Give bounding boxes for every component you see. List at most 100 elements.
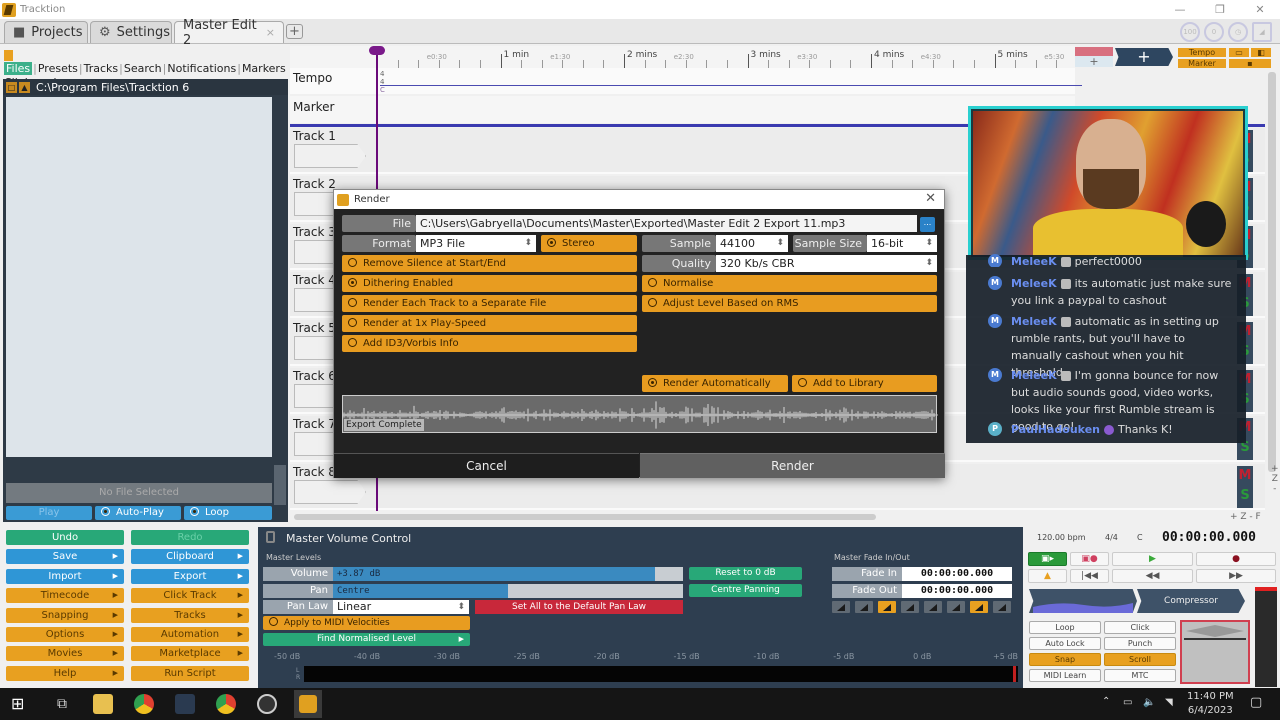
- menu-button-import[interactable]: Import ▶: [6, 568, 124, 584]
- render-option[interactable]: Render at 1x Play-Speed: [342, 315, 637, 332]
- fade-shape-button[interactable]: [947, 601, 965, 613]
- chrome-icon[interactable]: [134, 694, 154, 714]
- mute-button[interactable]: M: [1237, 466, 1253, 486]
- menu-button-help[interactable]: Help ▶: [6, 665, 124, 681]
- toggle-midi-learn[interactable]: MIDI Learn: [1029, 669, 1101, 682]
- track-header[interactable]: [294, 144, 366, 168]
- quality-select[interactable]: 320 Kb/s CBR ⬍: [716, 255, 937, 272]
- tempo-display[interactable]: 120.00 bpm: [1037, 533, 1085, 542]
- pan-law-select[interactable]: Linear ⬍: [333, 600, 469, 614]
- add-tab-button[interactable]: +: [286, 24, 303, 39]
- render-option[interactable]: Normalise: [642, 275, 937, 292]
- rewind-button[interactable]: ◀◀: [1112, 569, 1193, 583]
- fade-shape-button[interactable]: [878, 601, 896, 613]
- master-level-box[interactable]: [1180, 620, 1250, 684]
- toggle-scroll[interactable]: Scroll: [1104, 653, 1176, 666]
- find-normalised-level-button[interactable]: Find Normalised Level ▶: [263, 633, 470, 646]
- file-list[interactable]: [6, 97, 272, 457]
- minimize-button[interactable]: —: [1160, 0, 1200, 19]
- toggle-mtc[interactable]: MTC: [1104, 669, 1176, 682]
- timeline-ruler[interactable]: 1 min 2 mins 3 mins 4 mins 5 mins e0:30 e1:30 e…: [290, 46, 1075, 68]
- menu-button-movies[interactable]: Movies ▶: [6, 646, 124, 662]
- chrome-icon[interactable]: [216, 694, 236, 714]
- horizontal-zoom-controls[interactable]: + Z - F: [1230, 512, 1261, 522]
- timecode-display[interactable]: 00:00:00.000: [1162, 530, 1256, 545]
- play-preview-button[interactable]: Play: [6, 506, 92, 520]
- fade-shape-button[interactable]: [970, 601, 988, 613]
- toggle-snap[interactable]: Snap: [1029, 653, 1101, 666]
- reset-to-0db-button[interactable]: Reset to 0 dB: [689, 567, 802, 580]
- browser-tab-notifications[interactable]: Notifications: [167, 62, 236, 75]
- file-explorer-icon[interactable]: [93, 694, 113, 714]
- warning-icon[interactable]: ▲: [1028, 569, 1067, 583]
- battery-icon[interactable]: ▭: [1123, 697, 1132, 708]
- browser-scrollbar[interactable]: [274, 465, 286, 505]
- zoom-in-v[interactable]: +: [1271, 464, 1279, 474]
- browse-button[interactable]: ...: [920, 217, 935, 232]
- browser-tab-search[interactable]: Search: [124, 62, 162, 75]
- menu-button-options[interactable]: Options ▶: [6, 627, 124, 642]
- clock[interactable]: 11:40 PM 6/4/2023: [1187, 690, 1234, 718]
- lock-icon[interactable]: ▪: [1229, 59, 1271, 68]
- fade-shape-button[interactable]: [832, 601, 850, 613]
- toggle-click[interactable]: Click: [1104, 621, 1176, 634]
- menu-button-click-track[interactable]: Click Track ▶: [131, 588, 249, 604]
- add-folder-button[interactable]: +: [1075, 56, 1113, 67]
- close-tab-icon[interactable]: ×: [266, 26, 275, 39]
- toggle-auto-lock[interactable]: Auto Lock: [1029, 637, 1101, 650]
- tascam-icon[interactable]: [175, 694, 195, 714]
- sample-size-select[interactable]: 16-bit ⬍: [867, 235, 937, 252]
- menu-button-automation[interactable]: Automation ▶: [131, 627, 249, 642]
- play-from-start-button[interactable]: ▣▸: [1028, 552, 1067, 566]
- tab-projects[interactable]: ■ Projects: [4, 21, 88, 43]
- browser-tab-markers[interactable]: Markers: [242, 62, 286, 75]
- render-option[interactable]: Adjust Level Based on RMS: [642, 295, 937, 312]
- toggle-punch[interactable]: Punch: [1104, 637, 1176, 650]
- obs-icon[interactable]: [257, 694, 277, 714]
- pan-slider[interactable]: Centre: [333, 584, 683, 598]
- volume-icon[interactable]: 🔈: [1143, 697, 1155, 708]
- menu-button-save[interactable]: Save ▶: [6, 549, 124, 565]
- centre-panning-button[interactable]: Centre Panning: [689, 584, 802, 597]
- horizontal-scrollbar[interactable]: [294, 514, 876, 520]
- panel-toggle-icon[interactable]: [4, 49, 13, 61]
- marker-track[interactable]: [290, 96, 1075, 123]
- parent-folder-icon[interactable]: ▲: [19, 81, 30, 93]
- menu-button-clipboard[interactable]: Clipboard ▶: [131, 549, 249, 565]
- maximize-button[interactable]: ❐: [1200, 0, 1240, 19]
- toggle-loop[interactable]: Loop: [1029, 621, 1101, 634]
- volume-slider[interactable]: +3.87 dB: [333, 567, 683, 581]
- tracktion-taskbar-icon[interactable]: [294, 690, 322, 718]
- folder-icon[interactable]: □: [6, 81, 17, 93]
- menu-button-snapping[interactable]: Snapping ▶: [6, 607, 124, 623]
- solo-button[interactable]: S: [1237, 486, 1253, 506]
- time-signature-display[interactable]: 4/4: [1105, 533, 1118, 542]
- play-button[interactable]: ▶: [1112, 552, 1193, 566]
- stereo-toggle[interactable]: Stereo: [541, 235, 637, 252]
- panel-toggle-icon[interactable]: ◧: [1251, 48, 1271, 57]
- zoom-out-v[interactable]: -: [1271, 484, 1279, 494]
- windows-start-icon[interactable]: ⊞: [11, 694, 31, 714]
- browser-tab-presets[interactable]: Presets: [38, 62, 78, 75]
- menu-button-export[interactable]: Export ▶: [131, 568, 249, 584]
- record-arm-button[interactable]: ▣●: [1070, 552, 1109, 566]
- render-option[interactable]: Add ID3/Vorbis Info: [342, 335, 637, 352]
- tempo-track[interactable]: 4 4 C: [290, 68, 1082, 94]
- marker-button[interactable]: Marker: [1178, 59, 1226, 68]
- menu-button-timecode[interactable]: Timecode ▶: [6, 588, 124, 604]
- close-button[interactable]: ✕: [1240, 0, 1280, 19]
- render-option[interactable]: Dithering Enabled: [342, 275, 637, 292]
- menu-button-tracks[interactable]: Tracks ▶: [131, 607, 249, 623]
- track-header[interactable]: [294, 480, 366, 504]
- render-button[interactable]: Render: [640, 453, 945, 478]
- menu-button-marketplace[interactable]: Marketplace ▶: [131, 646, 249, 662]
- fade-shape-button[interactable]: [924, 601, 942, 613]
- record-button[interactable]: ●: [1196, 552, 1276, 566]
- menu-button-run-script[interactable]: Run Script: [131, 665, 249, 681]
- auto-play-toggle[interactable]: Auto-Play: [95, 506, 181, 520]
- apply-midi-velocities-toggle[interactable]: Apply to MIDI Velocities: [263, 616, 470, 630]
- browser-tab-files[interactable]: Files: [4, 62, 33, 75]
- render-automatically-toggle[interactable]: Render Automatically: [642, 375, 788, 392]
- loop-preview-toggle[interactable]: Loop: [184, 506, 272, 520]
- wifi-icon[interactable]: ◥: [1165, 697, 1173, 708]
